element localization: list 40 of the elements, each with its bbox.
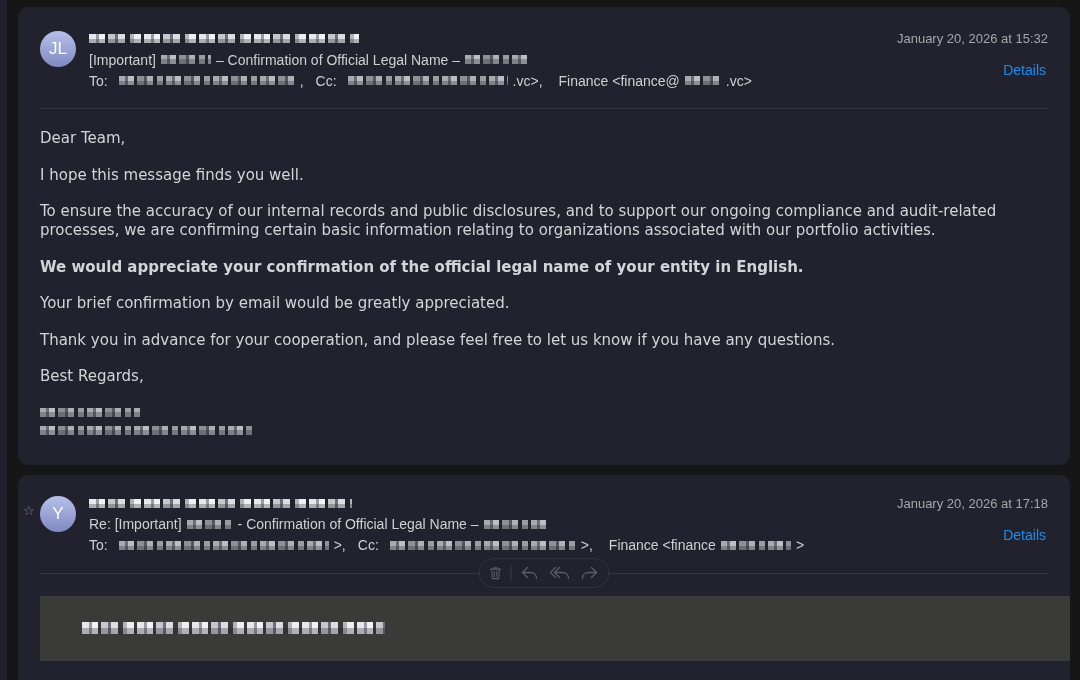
subject-text: [Important] xyxy=(89,51,156,68)
pixelated-text xyxy=(720,540,791,550)
subject-text: - Confirmation of Official Legal Name – xyxy=(237,516,479,532)
recipient-text: , xyxy=(299,72,304,89)
subject-text: Re: [Important] xyxy=(89,516,182,532)
body-paragraph: Best Regards, xyxy=(40,367,145,386)
pixelated-text xyxy=(160,55,211,64)
recipient-text: Finance <finance xyxy=(608,537,716,553)
reply-all-icon xyxy=(548,565,571,580)
body-paragraph: I hope this message finds you well. xyxy=(40,165,305,185)
recipient-text: .vc> xyxy=(725,72,752,89)
body-paragraph: Dear Team, xyxy=(40,129,127,148)
field-label: To: xyxy=(89,72,108,89)
pixelated-text xyxy=(465,55,527,64)
pixelated-text xyxy=(186,519,233,529)
details-link[interactable]: Details xyxy=(1003,524,1046,545)
field-label: Cc: xyxy=(315,72,337,89)
message-date: January 20, 2026 at 17:18 xyxy=(896,494,1048,513)
avatar: Y xyxy=(40,495,76,532)
reply-icon xyxy=(520,565,539,580)
body-paragraph: To ensure the accuracy of our internal records and public disclosures, and to support our ongoing compliance and audit-related processes, we are confirming certain basic information relating to organizations associated with our portfolio activities. xyxy=(40,202,998,240)
avatar: JL xyxy=(40,31,76,67)
recipient-text: .vc>, xyxy=(512,72,543,89)
trash-icon xyxy=(489,565,502,580)
pixelated-text xyxy=(483,519,548,529)
subject-text: – Confirmation of Official Legal Name – xyxy=(215,51,460,68)
recipient-text: >, xyxy=(580,537,593,553)
body-paragraph: We would appreciate your confirmation of the official legal name of your entity in English. xyxy=(40,257,805,277)
star-icon[interactable]: ☆ xyxy=(23,502,35,519)
recipient-text: Finance <finance@ xyxy=(558,72,680,89)
field-label: To: xyxy=(89,537,108,553)
field-label: Cc: xyxy=(357,537,379,553)
pixelated-text xyxy=(684,76,721,85)
recipient-text: > xyxy=(795,537,805,553)
forward-icon xyxy=(580,565,599,580)
body-paragraph: Your brief confirmation by email would be greatly appreciated. xyxy=(40,294,511,313)
recipient-text: >, xyxy=(333,537,346,553)
details-link[interactable]: Details xyxy=(1003,60,1046,80)
message-date: January 20, 2026 at 15:32 xyxy=(896,30,1048,48)
body-paragraph: Thank you in advance for your cooperation, and please feel free to let us know if you have any questions. xyxy=(40,330,837,350)
